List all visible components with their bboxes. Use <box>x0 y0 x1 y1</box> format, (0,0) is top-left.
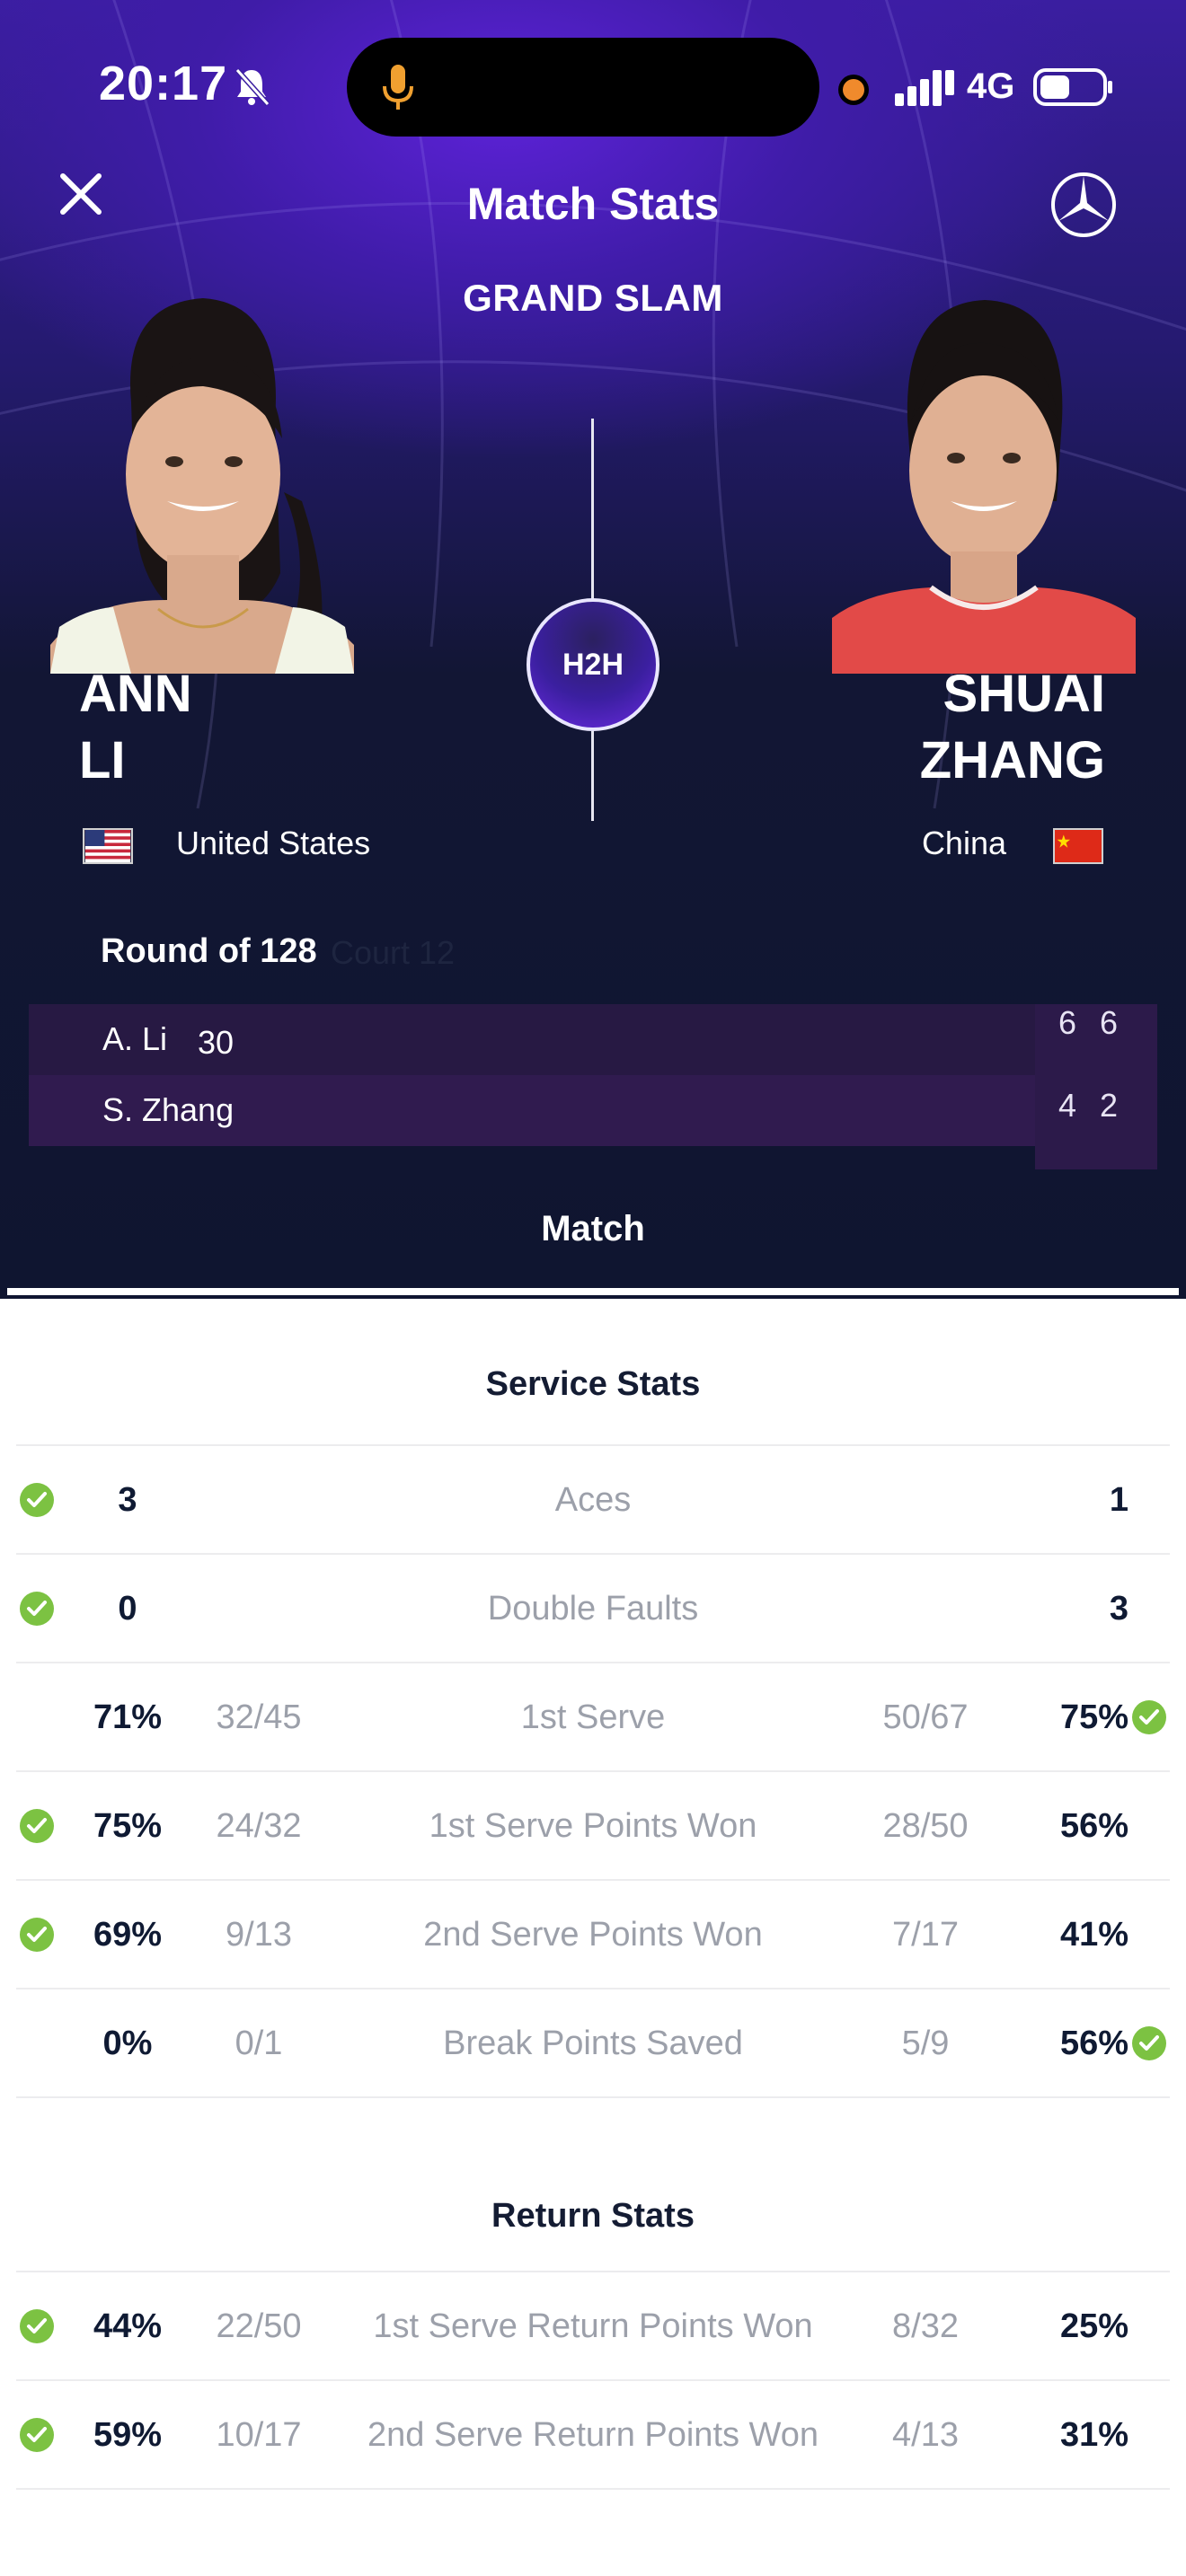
divider <box>16 2096 1170 2098</box>
stat-row: 69% 9/13 2nd Serve Points Won 7/17 41% <box>0 1880 1186 1988</box>
check-circle-icon <box>20 2418 54 2452</box>
stat-left-value: 75% <box>93 1807 163 1845</box>
scoreboard-player-left: A. Li <box>102 1020 168 1057</box>
check-circle-icon <box>20 1918 54 1952</box>
tab-match[interactable]: Match <box>0 1209 1186 1249</box>
stat-label: 1st Serve <box>520 1698 666 1736</box>
stat-right-value: 41% <box>1059 1916 1128 1954</box>
battery-icon <box>1033 68 1112 106</box>
match-round: Round of 128 <box>101 932 317 970</box>
stat-label: Aces <box>554 1481 632 1519</box>
stat-right-fraction: 50/67 <box>882 1698 969 1736</box>
check-circle-icon <box>1132 1700 1166 1734</box>
stat-left-fraction: 32/45 <box>216 1698 302 1736</box>
scoreboard-row-left: A. Li 30 <box>29 1004 1035 1075</box>
page-title: Match Stats <box>466 179 720 229</box>
bell-slash-icon <box>235 67 270 107</box>
brand-star-icon <box>1051 172 1116 237</box>
player-left-first-name: ANN <box>79 665 192 723</box>
stat-left-fraction: 24/32 <box>216 1807 302 1845</box>
stat-left-fraction: 9/13 <box>226 1916 292 1954</box>
current-game-score: 30 <box>198 1024 235 1061</box>
stat-left-value: 3 <box>118 1481 137 1519</box>
set-score-right-2: 2 <box>1099 1087 1119 1124</box>
h2h-button[interactable]: H2H <box>527 598 659 731</box>
signal-icon <box>895 70 954 106</box>
return-stats-title: Return Stats <box>491 2197 695 2235</box>
scoreboard-row-right: S. Zhang <box>29 1075 1035 1146</box>
stat-left-value: 59% <box>93 2416 163 2454</box>
stat-right-value: 3 <box>1109 1590 1128 1628</box>
stat-row: 3 Aces 1 <box>0 1445 1186 1553</box>
stat-left-value: 44% <box>93 2307 163 2345</box>
stat-right-fraction: 5/9 <box>901 2025 950 2062</box>
stat-right-fraction: 4/13 <box>892 2416 959 2454</box>
stat-label: 2nd Serve Return Points Won <box>367 2416 819 2454</box>
match-court: Court 12 <box>331 934 456 971</box>
stat-right-value: 25% <box>1059 2307 1128 2345</box>
clock: 20:17 <box>99 57 228 110</box>
divider <box>16 2488 1170 2490</box>
scoreboard-player-right: S. Zhang <box>102 1091 235 1128</box>
dynamic-island <box>347 38 819 137</box>
stat-row: 59% 10/17 2nd Serve Return Points Won 4/13 3… <box>0 2380 1186 2488</box>
player-right-last-name: ZHANG <box>919 731 1105 790</box>
stat-right-value: 1 <box>1109 1481 1128 1519</box>
set-score-left-1: 6 <box>1058 1004 1077 1041</box>
check-circle-icon <box>20 2309 54 2343</box>
china-flag-icon <box>1053 828 1103 864</box>
player-left-country: United States <box>176 825 371 861</box>
tab-active-indicator <box>7 1288 1179 1295</box>
scoreboard: A. Li 30 S. Zhang 6 6 4 2 <box>29 1004 1157 1169</box>
stat-label: 1st Serve Return Points Won <box>373 2307 813 2345</box>
player-right-photo <box>832 286 1136 674</box>
check-circle-icon <box>20 1483 54 1517</box>
player-left-photo <box>50 286 354 674</box>
stat-left-value: 69% <box>93 1916 163 1954</box>
set-score-right-1: 4 <box>1058 1087 1077 1124</box>
check-circle-icon <box>1132 2026 1166 2060</box>
stat-label: Break Points Saved <box>443 2025 743 2062</box>
stat-label: 2nd Serve Points Won <box>423 1916 763 1954</box>
stat-left-value: 0 <box>118 1590 137 1628</box>
set-score-left-2: 6 <box>1099 1004 1119 1041</box>
stat-row: 0% 0/1 Break Points Saved 5/9 56% <box>0 1989 1186 2096</box>
stat-left-fraction: 0/1 <box>235 2025 283 2062</box>
player-left-last-name: LI <box>79 731 126 790</box>
check-circle-icon <box>20 1809 54 1843</box>
mic-icon <box>383 65 413 110</box>
player-right-name: SHUAI ZHANG <box>920 661 1105 794</box>
stat-row: 71% 32/45 1st Serve 50/67 75% <box>0 1663 1186 1770</box>
status-bar: 20:17 4G <box>0 0 1186 171</box>
stat-row: 0 Double Faults 3 <box>0 1554 1186 1662</box>
stat-left-fraction: 22/50 <box>216 2307 302 2345</box>
stat-right-fraction: 8/32 <box>892 2307 959 2345</box>
stat-right-value: 56% <box>1059 1807 1128 1845</box>
stat-row: 75% 24/32 1st Serve Points Won 28/50 56% <box>0 1771 1186 1879</box>
network-type: 4G <box>967 66 1015 106</box>
service-stats-title: Service Stats <box>485 1365 701 1403</box>
player-right-country: China <box>921 825 1006 861</box>
recording-indicator <box>843 79 864 101</box>
stat-left-fraction: 10/17 <box>216 2416 302 2454</box>
check-circle-icon <box>20 1592 54 1626</box>
stat-right-fraction: 7/17 <box>892 1916 959 1954</box>
divider-line-bottom <box>591 731 594 821</box>
stat-label: 1st Serve Points Won <box>429 1807 757 1845</box>
stat-left-value: 71% <box>93 1698 163 1736</box>
player-right-first-name: SHUAI <box>943 665 1105 723</box>
us-flag-icon <box>83 828 133 864</box>
stat-left-value: 0% <box>102 2025 153 2062</box>
stat-label: Double Faults <box>487 1590 699 1628</box>
divider-line-top <box>591 419 594 602</box>
player-left-name: ANN LI <box>79 661 192 794</box>
stat-row: 44% 22/50 1st Serve Return Points Won 8/32 2… <box>0 2272 1186 2379</box>
stat-right-value: 31% <box>1059 2416 1128 2454</box>
match-header: 20:17 4G Match Stats GRAND SLAM H2H ANN … <box>0 0 1186 1299</box>
stat-right-fraction: 28/50 <box>882 1807 969 1845</box>
